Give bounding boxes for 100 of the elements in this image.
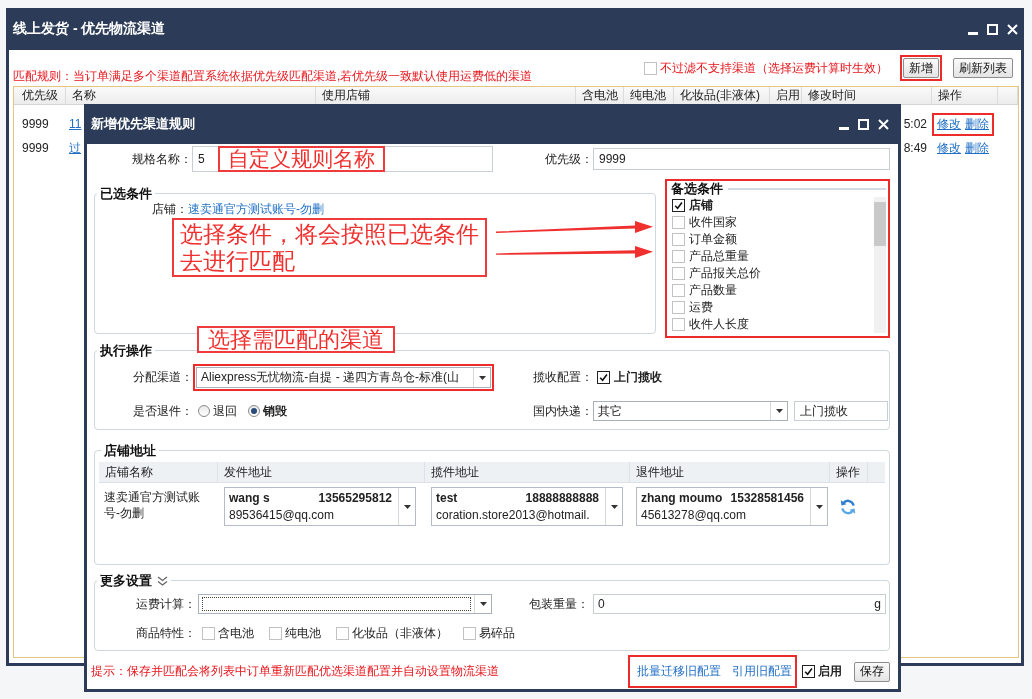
phone-number: 18888888888 (525, 490, 599, 507)
checkbox-label[interactable]: 易碎品 (479, 624, 515, 642)
rule-name-field[interactable]: 5 自定义规则名称 (192, 146, 493, 172)
action-link[interactable]: 修改 (937, 139, 961, 157)
maximize-icon[interactable] (858, 118, 869, 130)
caret-down-icon (775, 409, 783, 413)
section-title: 更多设置 (100, 573, 152, 588)
annotation-overlay: 选择需匹配的渠道 (197, 326, 395, 353)
rule-notice: 匹配规则：当订单满足多个渠道配置系统依据优先级匹配渠道,若优先级一致默认使用运费低的渠道 (13, 69, 533, 85)
channel-select[interactable]: Aliexpress无忧物流-自提 - 递四方青岛仓-标准(山 (196, 367, 491, 388)
checkbox-label[interactable]: 化妆品（非液体） (352, 624, 448, 642)
name-link[interactable]: 过 (69, 140, 81, 155)
pickup-method-field[interactable]: 上门揽收 (794, 401, 888, 421)
annotation-overlay: 自定义规则名称 (218, 146, 385, 172)
contact-name: zhang moumo (641, 490, 723, 507)
table-cell: 9999 (22, 141, 49, 155)
radio-label[interactable]: 退回 (213, 402, 237, 420)
checkbox-label[interactable]: 含电池 (218, 624, 254, 642)
caret-down-icon (610, 504, 618, 509)
scrollbar[interactable] (874, 197, 886, 333)
unit-label: g (874, 596, 881, 613)
section-title: 店铺地址 (103, 443, 157, 458)
save-button[interactable]: 保存 (854, 661, 890, 682)
contact-name: wang s (229, 490, 270, 507)
table-cell: 8:49 (903, 141, 927, 155)
checkbox[interactable] (597, 371, 610, 384)
toolbar-button[interactable]: 刷新列表 (953, 58, 1013, 78)
caret-down-icon (403, 504, 411, 509)
action-link[interactable]: 删除 (965, 139, 989, 157)
address-select[interactable]: wang s 13565295812 89536415@qq.com (224, 487, 416, 526)
checkbox[interactable] (672, 199, 685, 212)
field-label: 商品特性： (135, 624, 196, 642)
condition-option[interactable]: 产品报关总价 (689, 265, 761, 282)
action-link[interactable]: 删除 (965, 115, 989, 133)
close-icon[interactable] (878, 118, 889, 130)
condition-option[interactable]: 收件国家 (689, 214, 737, 231)
column-header: 化妆品(非液体) (680, 88, 760, 102)
table-cell: 9999 (22, 117, 49, 131)
name-link[interactable]: 11 (69, 117, 82, 131)
condition-option[interactable]: 产品总重量 (689, 248, 749, 265)
toolbar-button[interactable]: 新增 (903, 58, 939, 78)
column-header: 操作 (938, 88, 962, 102)
condition-label: 店铺： (152, 202, 188, 216)
column-header: 使用店铺 (322, 88, 370, 102)
column-header: 修改时间 (808, 88, 856, 102)
maximize-icon[interactable] (987, 23, 998, 35)
column-header: 优先级 (22, 88, 58, 102)
priority-field[interactable]: 9999 (593, 148, 890, 170)
section-title: 执行操作 (99, 343, 153, 358)
freight-select[interactable] (198, 594, 492, 614)
courier-select[interactable]: 其它 (593, 401, 788, 421)
column-header: 揽件地址 (431, 465, 479, 479)
column-header: 纯电池 (630, 88, 666, 102)
dialog-title: 新增优先渠道规则 (91, 115, 195, 133)
field-label: 优先级： (544, 150, 593, 168)
checkbox-label[interactable]: 纯电池 (285, 624, 321, 642)
address-select[interactable]: zhang moumo 15328581456 45613278@qq.com (636, 487, 828, 526)
store-name: 速卖通官方测试账号-勿删 (104, 490, 200, 520)
field-label: 分配渠道： (132, 369, 193, 386)
field-label: 运费计算： (135, 595, 196, 613)
radio-button[interactable] (198, 405, 210, 417)
minimize-icon[interactable] (839, 126, 849, 130)
close-icon[interactable] (1007, 23, 1018, 35)
checkbox[interactable] (802, 665, 815, 678)
condition-option[interactable]: 收件人长度 (689, 316, 749, 333)
email-text: coration.store2013@hotmail. (436, 508, 590, 522)
phone-number: 13565295812 (318, 490, 392, 507)
field-label: 包装重量： (528, 595, 589, 613)
config-link[interactable]: 引用旧配置 (732, 663, 792, 680)
field-label: 揽收配置： (532, 369, 593, 386)
field-label: 国内快递： (532, 402, 593, 420)
condition-value-link[interactable]: 速卖通官方测试账号-勿删 (188, 202, 324, 216)
double-chevron-icon[interactable] (157, 575, 168, 586)
address-select[interactable]: test 18888888888 coration.store2013@hotmail. (431, 487, 623, 526)
checkbox-label[interactable]: 启用 (818, 663, 842, 680)
condition-option[interactable]: 运费 (689, 299, 713, 316)
checkbox-label[interactable]: 上门揽收 (614, 369, 662, 386)
phone-number: 15328581456 (730, 490, 804, 507)
minimize-icon[interactable] (968, 31, 978, 35)
hint-text: 提示：保存并匹配会将列表中订单重新匹配优选渠道配置并自动设置物流渠道 (91, 663, 500, 680)
window-title: 线上发货 - 优先物流渠道 (13, 20, 166, 38)
action-link[interactable]: 修改 (937, 115, 961, 133)
condition-option[interactable]: 店铺 (689, 197, 713, 214)
column-header: 名称 (72, 88, 96, 102)
section-title: 备选条件 (671, 180, 723, 198)
column-header: 发件地址 (224, 465, 272, 479)
condition-option[interactable]: 产品数量 (689, 282, 737, 299)
field-label: 是否退件： (132, 402, 193, 420)
email-text: 89536415@qq.com (229, 508, 334, 522)
condition-option[interactable]: 订单金额 (689, 231, 737, 248)
config-link[interactable]: 批量迁移旧配置 (637, 663, 721, 680)
package-weight-field[interactable]: 0 g (593, 594, 886, 614)
refresh-icon[interactable] (840, 498, 856, 515)
radio-label[interactable]: 销毁 (263, 402, 287, 420)
column-header: 操作 (836, 465, 860, 479)
column-header: 启用 (776, 88, 800, 102)
radio-button[interactable] (248, 405, 260, 417)
filter-label[interactable]: 不过滤不支持渠道（选择运费计算时生效） (660, 59, 888, 77)
section-title: 已选条件 (99, 186, 153, 201)
email-text: 45613278@qq.com (641, 508, 746, 522)
